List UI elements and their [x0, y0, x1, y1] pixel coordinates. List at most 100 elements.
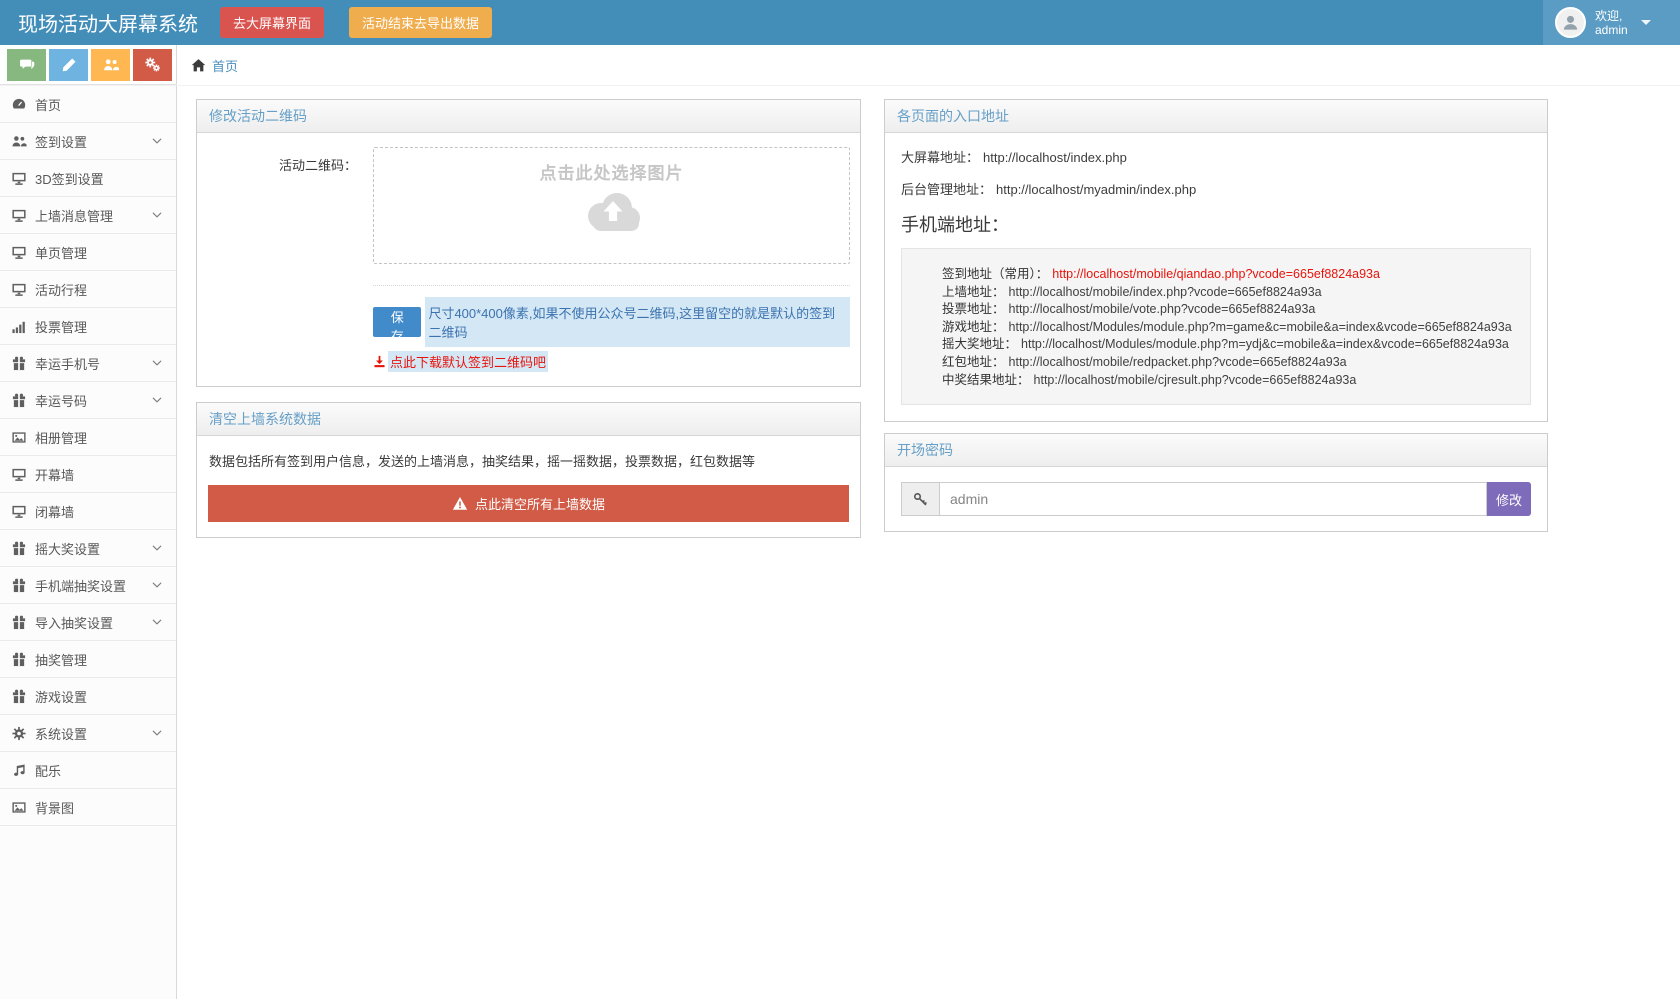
sidebar-item[interactable]: 摇大奖设置 [0, 530, 176, 567]
dotted-divider [373, 285, 850, 286]
person-icon [1561, 13, 1580, 32]
admin-url: http://localhost/myadmin/index.php [996, 182, 1197, 197]
admin-url-label: 后台管理地址： [901, 182, 993, 197]
mobile-url-value: http://localhost/mobile/qiandao.php?vcod… [1052, 267, 1380, 281]
chevron-down-icon [151, 394, 163, 406]
quick-action-button[interactable] [91, 48, 130, 81]
sidebar-item-label: 幸运手机号 [35, 356, 101, 372]
big-screen-url: http://localhost/index.php [983, 150, 1127, 165]
chevron-down-icon [151, 542, 163, 554]
desktop-icon [11, 171, 27, 186]
user-menu[interactable]: 欢迎, admin [1543, 0, 1680, 45]
sidebar-item-label: 单页管理 [35, 245, 88, 261]
export-data-button[interactable]: 活动结束去导出数据 [349, 7, 493, 38]
key-icon [913, 492, 928, 507]
clear-data-panel: 清空上墙系统数据 数据包括所有签到用户信息，发送的上墙消息，抽奖结果，摇一摇数据… [196, 402, 861, 538]
gift-icon [11, 652, 27, 667]
download-icon [373, 355, 386, 368]
key-addon [901, 482, 939, 517]
mobile-urls-heading: 手机端地址： [901, 215, 1009, 235]
sidebar-item-label: 上墙消息管理 [35, 208, 114, 224]
sidebar-item[interactable]: 活动行程 [0, 271, 176, 308]
mobile-url-line: 上墙地址： http://localhost/mobile/index.php?v… [942, 284, 1520, 302]
desktop-icon [11, 245, 27, 260]
mobile-url-label: 摇大奖地址： [942, 337, 1018, 352]
clear-all-data-button[interactable]: 点此清空所有上墙数据 [208, 485, 849, 522]
size-hint-text: 尺寸400*400像素,如果不使用公众号二维码,这里留空的就是默认的签到二维码 [425, 297, 850, 347]
quick-action-button[interactable] [7, 48, 46, 81]
chart-icon [11, 319, 27, 334]
qr-panel-title: 修改活动二维码 [197, 100, 860, 133]
sidebar-item[interactable]: 开幕墙 [0, 456, 176, 493]
sidebar-item-label: 3D签到设置 [35, 171, 104, 187]
gift-icon [11, 541, 27, 556]
sidebar-item-label: 导入抽奖设置 [35, 615, 114, 631]
chat-icon [19, 57, 35, 73]
pencil-icon [61, 57, 77, 73]
sidebar-item[interactable]: 幸运号码 [0, 382, 176, 419]
breadcrumb: 首页 [177, 45, 1680, 85]
qr-upload-dropzone[interactable]: 点击此处选择图片 [373, 147, 850, 264]
username-text: admin [1595, 22, 1628, 37]
big-screen-url-label: 大屏幕地址： [901, 150, 980, 165]
entry-urls-panel: 各页面的入口地址 大屏幕地址： http://localhost/index.ph… [884, 99, 1548, 423]
sidebar-item[interactable]: 游戏设置 [0, 678, 176, 715]
mobile-url-line: 摇大奖地址： http://localhost/Modules/module.ph… [942, 336, 1520, 354]
clear-description: 数据包括所有签到用户信息，发送的上墙消息，抽奖结果，摇一摇数据，投票数据，红包数… [209, 454, 756, 469]
quick-action-button[interactable] [133, 48, 172, 81]
main-content: 修改活动二维码 活动二维码： 点击此处选择图片 保存 尺寸400*400像素,如… [177, 86, 1680, 999]
mobile-url-value: http://localhost/mobile/cjresult.php?vco… [1033, 372, 1357, 387]
cloud-upload-icon [579, 189, 645, 235]
sidebar-item[interactable]: 上墙消息管理 [0, 197, 176, 234]
sidebar-item-label: 相册管理 [35, 430, 88, 446]
breadcrumb-home-link[interactable]: 首页 [212, 56, 238, 75]
sidebar-item[interactable]: 闭幕墙 [0, 493, 176, 530]
save-button[interactable]: 保存 [373, 307, 422, 344]
big-screen-url-line: 大屏幕地址： http://localhost/index.php [901, 147, 1531, 166]
password-panel-title: 开场密码 [885, 434, 1547, 468]
gift-icon [11, 578, 27, 593]
sidebar-item-label: 抽奖管理 [35, 652, 88, 668]
sidebar-item-label: 配乐 [35, 763, 62, 779]
sidebar-item[interactable]: 首页 [0, 86, 176, 123]
chevron-down-icon [151, 579, 163, 591]
sidebar-item[interactable]: 签到设置 [0, 123, 176, 160]
sidebar-item[interactable]: 幸运手机号 [0, 345, 176, 382]
sidebar-item-label: 手机端抽奖设置 [35, 578, 127, 594]
gift-icon [11, 615, 27, 630]
mobile-url-label: 游戏地址： [942, 319, 1005, 334]
avatar [1555, 7, 1586, 38]
desktop-icon [11, 467, 27, 482]
modify-password-button[interactable]: 修改 [1487, 482, 1531, 517]
sidebar-item[interactable]: 抽奖管理 [0, 641, 176, 678]
sidebar-item[interactable]: 配乐 [0, 752, 176, 789]
sidebar-item[interactable]: 3D签到设置 [0, 160, 176, 197]
sidebar-item[interactable]: 单页管理 [0, 234, 176, 271]
sidebar-item-label: 投票管理 [35, 319, 88, 335]
download-default-qr-link[interactable]: 点此下载默认签到二维码吧 [388, 351, 549, 372]
warning-icon [452, 496, 468, 511]
sidebar-item[interactable]: 系统设置 [0, 715, 176, 752]
mobile-url-label: 上墙地址： [942, 284, 1005, 299]
welcome-text: 欢迎, [1595, 8, 1623, 23]
qr-field-label: 活动二维码： [278, 158, 357, 173]
gift-icon [11, 356, 27, 371]
sidebar-item[interactable]: 相册管理 [0, 419, 176, 456]
mobile-url-value: http://localhost/Modules/module.php?m=ga… [1008, 319, 1512, 334]
mobile-url-line: 签到地址（常用）： http://localhost/mobile/qiandao… [942, 266, 1520, 284]
sidebar-item[interactable]: 导入抽奖设置 [0, 604, 176, 641]
mobile-url-label: 红包地址： [942, 354, 1005, 369]
sidebar-item[interactable]: 背景图 [0, 789, 176, 826]
chevron-down-icon [151, 209, 163, 221]
mobile-url-line: 投票地址： http://localhost/mobile/vote.php?vc… [942, 301, 1520, 319]
app-title: 现场活动大屏幕系统 [18, 14, 198, 36]
sidebar-item[interactable]: 投票管理 [0, 308, 176, 345]
quick-action-button[interactable] [49, 48, 88, 81]
sidebar-item[interactable]: 手机端抽奖设置 [0, 567, 176, 604]
clear-panel-title: 清空上墙系统数据 [197, 403, 860, 436]
opening-password-input[interactable] [939, 482, 1487, 517]
go-big-screen-button[interactable]: 去大屏幕界面 [220, 7, 325, 38]
mobile-url-value: http://localhost/mobile/index.php?vcode=… [1008, 284, 1322, 299]
mobile-url-value: http://localhost/mobile/vote.php?vcode=6… [1008, 302, 1316, 317]
mobile-url-label: 中奖结果地址： [942, 372, 1030, 387]
